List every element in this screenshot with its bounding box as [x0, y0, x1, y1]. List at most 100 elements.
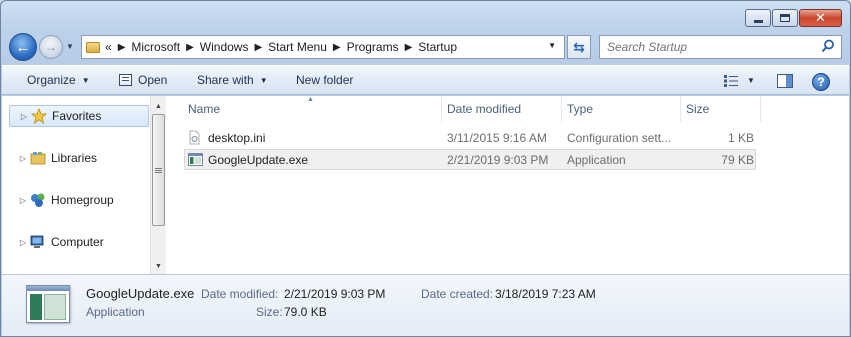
file-type: Configuration sett...: [567, 131, 672, 145]
details-pane: GoogleUpdate.exe Application Date modifi…: [2, 274, 849, 336]
chevron-right-icon[interactable]: ▶: [333, 42, 341, 53]
scroll-down-icon[interactable]: ▼: [151, 258, 166, 274]
details-file-name: GoogleUpdate.exe: [86, 286, 195, 301]
details-file-type: Application: [86, 305, 145, 319]
close-icon: ✕: [815, 10, 826, 26]
navigation-scrollbar[interactable]: ▲ ▼: [150, 96, 166, 274]
window-titlebar-shape: [27, 286, 69, 291]
details-date-created-label: Date created:: [421, 287, 494, 301]
search-box[interactable]: [599, 35, 842, 59]
open-button[interactable]: Open: [119, 73, 167, 87]
chevron-right-icon[interactable]: ▶: [254, 42, 262, 53]
minimize-button[interactable]: [745, 9, 771, 27]
sidebar-item-libraries[interactable]: ▷ Libraries: [2, 147, 150, 169]
column-divider[interactable]: [760, 96, 761, 122]
ini-file-icon: [189, 130, 200, 145]
back-arrow-icon: ←: [15, 38, 31, 56]
file-type: Application: [567, 153, 626, 167]
scrollbar-thumb[interactable]: [152, 114, 165, 226]
breadcrumb-item[interactable]: Startup: [418, 40, 457, 54]
share-with-label: Share with: [197, 73, 254, 87]
close-button[interactable]: ✕: [799, 9, 842, 27]
address-dropdown-icon[interactable]: ▼: [548, 41, 556, 50]
breadcrumb-item[interactable]: Windows: [200, 40, 249, 54]
share-with-button[interactable]: Share with ▼: [197, 73, 268, 87]
content-area: ▷ Favorites ▷ Libraries ▷ Homegroup ▷ Co…: [2, 96, 849, 274]
window-content-shape: [44, 294, 66, 320]
maximize-icon: [780, 14, 790, 22]
maximize-button[interactable]: [772, 9, 798, 27]
search-icon[interactable]: [821, 39, 835, 53]
file-row-googleupdate-exe[interactable]: GoogleUpdate.exe 2/21/2019 9:03 PM Appli…: [184, 149, 756, 170]
forward-arrow-icon: →: [45, 40, 57, 54]
sort-ascending-icon: ▲: [307, 96, 314, 103]
column-type[interactable]: Type: [567, 102, 593, 116]
sidebar-item-label: Homegroup: [51, 193, 114, 207]
chevron-right-icon[interactable]: ▶: [118, 42, 126, 53]
chevron-right-icon[interactable]: ▶: [186, 42, 194, 53]
open-icon: [119, 74, 132, 86]
column-name[interactable]: Name: [188, 102, 220, 116]
forward-button[interactable]: →: [39, 35, 63, 59]
expand-triangle-icon[interactable]: ▷: [16, 238, 30, 247]
exe-file-icon: [26, 285, 70, 323]
breadcrumb-item[interactable]: Microsoft: [131, 40, 180, 54]
file-row-desktop-ini[interactable]: desktop.ini 3/11/2015 9:16 AM Configurat…: [184, 128, 756, 149]
caret-down-icon: ▼: [259, 75, 268, 85]
file-name: desktop.ini: [208, 131, 266, 145]
expand-triangle-icon[interactable]: ▷: [17, 112, 31, 121]
sidebar-item-label: Libraries: [51, 151, 98, 165]
preview-pane-icon[interactable]: [777, 74, 793, 88]
view-options-dropdown-icon[interactable]: ▼: [747, 76, 755, 85]
explorer-window: ✕ ← → ▼ « ▶ Microsoft ▶ Windows ▶ Start …: [0, 0, 851, 337]
folder-icon: [86, 41, 100, 53]
new-folder-button[interactable]: New folder: [296, 73, 353, 87]
column-divider[interactable]: [561, 96, 562, 122]
column-date-modified[interactable]: Date modified: [447, 102, 521, 116]
sidebar-item-favorites[interactable]: ▷ Favorites: [9, 105, 149, 127]
column-divider[interactable]: [441, 96, 442, 122]
refresh-icon: ⇆: [573, 38, 585, 55]
sidebar-item-homegroup[interactable]: ▷ Homegroup: [2, 189, 150, 211]
expand-triangle-icon[interactable]: ▷: [16, 196, 30, 205]
command-bar: Organize ▼ Open Share with ▼ New folder ▼ …: [2, 65, 849, 95]
file-list-pane: ▲ Name Date modified Type Size desktop.i…: [168, 96, 849, 274]
file-name: GoogleUpdate.exe: [208, 153, 309, 167]
grip-icon: [155, 167, 162, 169]
scroll-up-icon[interactable]: ▲: [151, 98, 166, 114]
expand-triangle-icon[interactable]: ▷: [16, 154, 30, 163]
column-divider[interactable]: [680, 96, 681, 122]
chevron-right-icon[interactable]: ▶: [405, 42, 413, 53]
refresh-button[interactable]: ⇆: [567, 35, 591, 59]
open-label: Open: [138, 73, 168, 87]
breadcrumb-item[interactable]: Start Menu: [268, 40, 327, 54]
sidebar-item-computer[interactable]: ▷ Computer: [2, 231, 150, 253]
help-icon[interactable]: ?: [812, 73, 830, 91]
details-date-created[interactable]: 3/18/2019 7:23 AM: [495, 287, 596, 301]
exe-file-icon: [188, 153, 203, 166]
back-button[interactable]: ←: [9, 33, 37, 61]
sidebar-item-label: Favorites: [52, 109, 102, 123]
column-header: ▲ Name Date modified Type Size: [168, 96, 849, 122]
file-date: 2/21/2019 9:03 PM: [447, 153, 549, 167]
breadcrumb-item[interactable]: Programs: [347, 40, 399, 54]
window-sidebar-shape: [30, 294, 42, 320]
caret-down-icon: ▼: [81, 75, 90, 85]
star-icon: [31, 108, 47, 124]
details-date-modified[interactable]: 2/21/2019 9:03 PM: [284, 287, 385, 301]
search-input[interactable]: [607, 40, 807, 54]
organize-label: Organize: [27, 73, 76, 87]
new-folder-label: New folder: [296, 73, 354, 87]
recent-pages-dropdown[interactable]: ▼: [66, 42, 74, 51]
navigation-pane: ▷ Favorites ▷ Libraries ▷ Homegroup ▷ Co…: [2, 96, 166, 274]
details-date-modified-label: Date modified:: [201, 287, 279, 301]
details-size: 79.0 KB: [284, 305, 327, 319]
sidebar-item-label: Computer: [51, 235, 104, 249]
address-bar[interactable]: « ▶ Microsoft ▶ Windows ▶ Start Menu ▶ P…: [81, 35, 565, 59]
breadcrumb-overflow[interactable]: «: [105, 40, 112, 54]
computer-icon: [30, 235, 44, 248]
navigation-row: ← → ▼ « ▶ Microsoft ▶ Windows ▶ Start Me…: [9, 33, 842, 61]
change-view-icon[interactable]: [724, 75, 738, 87]
organize-button[interactable]: Organize ▼: [27, 73, 90, 87]
column-size[interactable]: Size: [686, 102, 709, 116]
